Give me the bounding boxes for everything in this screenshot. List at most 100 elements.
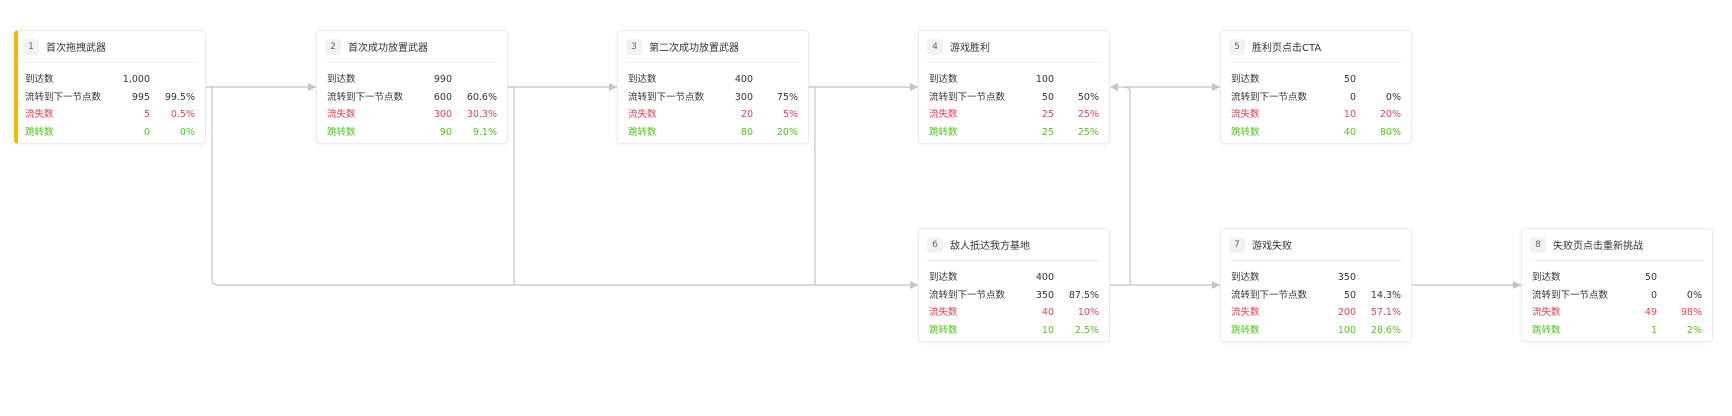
metric-percent: 87.5%	[1068, 289, 1099, 301]
arrowhead-icon	[1110, 83, 1118, 91]
metric-label: 到达数	[1532, 272, 1561, 283]
arrowhead-icon	[910, 83, 918, 91]
metric-count: 10	[1343, 109, 1356, 120]
metric-row-lost: 流失数 25 25%	[929, 106, 1099, 124]
metric-row-lost: 流失数 300 30.3%	[327, 106, 497, 124]
metric-row-arrive: 到达数 1,000	[25, 71, 195, 89]
metric-row-jump: 跳转数 90 9.1%	[327, 124, 497, 142]
metric-label: 到达数	[327, 74, 356, 85]
metric-row-jump: 跳转数 40 80%	[1231, 124, 1401, 142]
metric-count: 400	[1035, 272, 1054, 283]
metric-label: 到达数	[1231, 74, 1260, 85]
node-header: 8 失败页点击重新挑战	[1530, 229, 1704, 261]
metric-row-flow: 流转到下一节点数 350 87.5%	[929, 287, 1099, 305]
node-header: 6 敌人抵达我方基地	[927, 229, 1101, 261]
metric-label: 流失数	[1532, 307, 1561, 318]
metric-percent: 2.5%	[1074, 324, 1099, 336]
metric-count: 40	[1041, 307, 1054, 318]
metric-row-arrive: 到达数 990	[327, 71, 497, 89]
metric-percent: 14.3%	[1370, 289, 1401, 301]
metric-label: 跳转数	[1231, 126, 1260, 138]
metric-row-lost: 流失数 20 5%	[628, 106, 798, 124]
metric-row-jump: 跳转数 0 0%	[25, 124, 195, 142]
node-title: 游戏胜利	[950, 43, 990, 54]
node-title: 首次成功放置武器	[348, 43, 428, 54]
metric-percent: 0%	[1385, 91, 1401, 103]
metric-count: 100	[1035, 74, 1054, 85]
metric-row-lost: 流失数 40 10%	[929, 304, 1099, 322]
funnel-node-6[interactable]: 6 敌人抵达我方基地 到达数 400 流转到下一节点数 350 87.5% 流失数 40 10% 跳…	[918, 228, 1110, 342]
flow-canvas[interactable]: 1 首次拖拽武器 到达数 1,000 流转到下一节点数 995 99.5% 流失数 5 0.5% 跳…	[0, 0, 1732, 416]
metric-count: 5	[143, 109, 150, 120]
arrowhead-icon	[1212, 281, 1220, 289]
funnel-node-2[interactable]: 2 首次成功放置武器 到达数 990 流转到下一节点数 600 60.6% 流失数 300 30.…	[316, 30, 508, 144]
arrowhead-icon	[308, 83, 316, 91]
metric-label: 流失数	[25, 109, 54, 120]
node-metrics: 到达数 400 流转到下一节点数 350 87.5% 流失数 40 10% 跳转数 10 2.5%	[929, 269, 1099, 339]
edge-3-6	[809, 86, 816, 285]
metric-label: 流失数	[628, 109, 657, 120]
metric-row-flow: 流转到下一节点数 600 60.6%	[327, 89, 497, 107]
metric-percent: 0%	[179, 126, 195, 138]
metric-label: 流转到下一节点数	[25, 91, 102, 103]
node-title: 第二次成功放置武器	[649, 43, 739, 54]
metric-label: 流转到下一节点数	[1532, 289, 1609, 301]
node-metrics: 到达数 50 流转到下一节点数 0 0% 流失数 10 20% 跳转数 40 80%	[1231, 71, 1401, 141]
node-index-badge: 1	[23, 38, 39, 55]
metric-count: 50	[1041, 91, 1054, 103]
metric-label: 跳转数	[1532, 324, 1561, 336]
funnel-node-4[interactable]: 4 游戏胜利 到达数 100 流转到下一节点数 50 50% 流失数 25 25% 跳转数 25 25%	[918, 30, 1110, 144]
metric-row-flow: 流转到下一节点数 0 0%	[1231, 89, 1401, 107]
metric-count: 50	[1343, 289, 1356, 301]
metric-label: 跳转数	[327, 126, 356, 138]
metric-count: 90	[439, 126, 452, 138]
metric-row-lost: 流失数 49 98%	[1532, 304, 1702, 322]
metric-percent: 98%	[1680, 307, 1702, 318]
metric-label: 流失数	[929, 109, 958, 120]
metric-percent: 20%	[1379, 109, 1401, 120]
arrowhead-icon	[910, 281, 918, 289]
metric-percent: 20%	[776, 126, 798, 138]
metric-count: 40	[1343, 126, 1356, 138]
metric-percent: 60.6%	[466, 91, 497, 103]
funnel-node-3[interactable]: 3 第二次成功放置武器 到达数 400 流转到下一节点数 300 75% 流失数 20 5% 跳转数…	[617, 30, 809, 144]
metric-count: 400	[734, 74, 753, 85]
metric-count: 49	[1644, 307, 1657, 318]
metric-label: 到达数	[25, 74, 54, 85]
metric-count: 995	[131, 91, 150, 103]
node-metrics: 到达数 100 流转到下一节点数 50 50% 流失数 25 25% 跳转数 25 25%	[929, 71, 1099, 141]
arrowhead-icon	[609, 83, 617, 91]
metric-label: 跳转数	[929, 324, 958, 336]
metric-count: 300	[734, 91, 753, 103]
node-index-badge: 3	[626, 38, 642, 55]
metric-label: 流失数	[1231, 307, 1260, 318]
funnel-node-7[interactable]: 7 游戏失败 到达数 350 流转到下一节点数 50 14.3% 流失数 200 57.1% 跳转数…	[1220, 228, 1412, 342]
node-header: 4 游戏胜利	[927, 31, 1101, 63]
metric-percent: 5%	[782, 109, 798, 120]
metric-row-jump: 跳转数 1 2%	[1532, 322, 1702, 340]
metric-count: 600	[433, 91, 452, 103]
metric-row-flow: 流转到下一节点数 50 50%	[929, 89, 1099, 107]
metric-row-arrive: 到达数 50	[1532, 269, 1702, 287]
metric-count: 1	[1650, 324, 1657, 336]
metric-percent: 99.5%	[164, 91, 195, 103]
funnel-node-8[interactable]: 8 失败页点击重新挑战 到达数 50 流转到下一节点数 0 0% 流失数 49 98% 跳转数 1 2%	[1521, 228, 1713, 342]
funnel-node-5[interactable]: 5 胜利页点击CTA 到达数 50 流转到下一节点数 0 0% 流失数 10 20% 跳转数 40 80…	[1220, 30, 1412, 144]
metric-row-lost: 流失数 200 57.1%	[1231, 304, 1401, 322]
funnel-node-1[interactable]: 1 首次拖拽武器 到达数 1,000 流转到下一节点数 995 99.5% 流失数 5 0.5% 跳…	[14, 30, 206, 144]
metric-row-arrive: 到达数 50	[1231, 71, 1401, 89]
arrowhead-icon	[1212, 83, 1220, 91]
metric-percent: 9.1%	[472, 126, 497, 138]
node-title: 首次拖拽武器	[46, 43, 106, 54]
edge-layer	[206, 83, 1521, 289]
metric-label: 流失数	[1231, 109, 1260, 120]
metric-count: 990	[433, 74, 452, 85]
metric-count: 350	[1035, 289, 1054, 301]
metric-percent: 28.6%	[1370, 324, 1401, 336]
metric-row-jump: 跳转数 80 20%	[628, 124, 798, 142]
node-title: 失败页点击重新挑战	[1553, 241, 1643, 252]
metric-count: 80	[740, 126, 753, 138]
metric-percent: 0%	[1686, 289, 1702, 301]
metric-count: 300	[433, 109, 452, 120]
metric-label: 流失数	[929, 307, 958, 318]
